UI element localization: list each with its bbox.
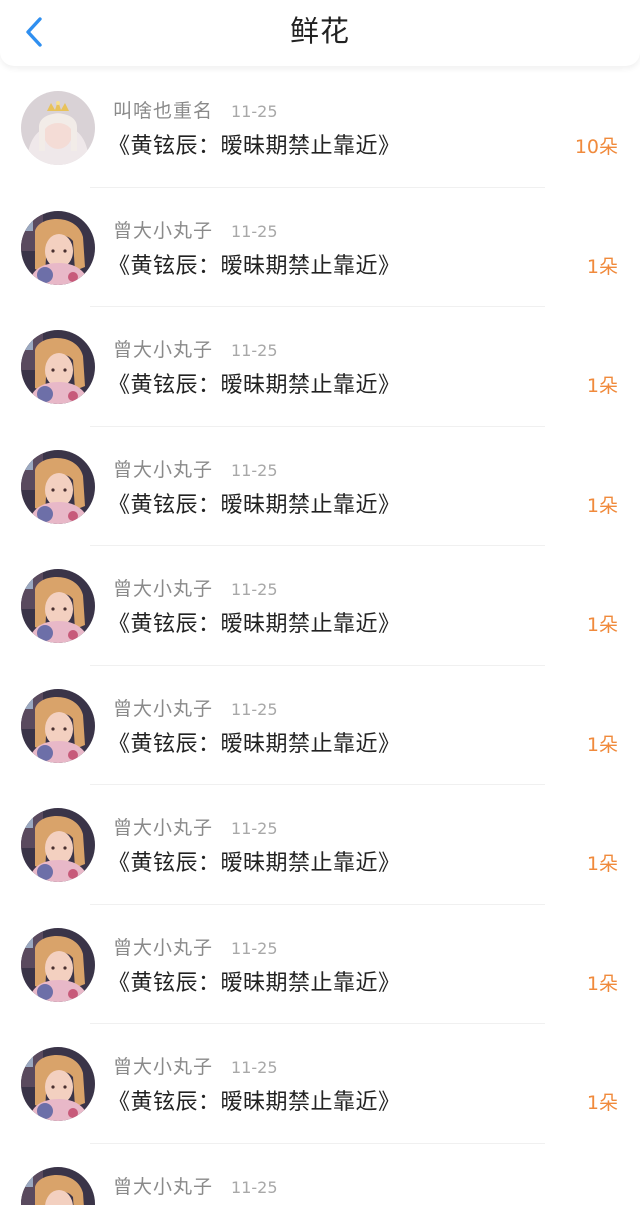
username[interactable]: 曾大小丸子 xyxy=(113,574,213,601)
flower-count: 1朵 xyxy=(586,375,618,397)
flower-count: 1朵 xyxy=(586,853,618,875)
date: 11-25 xyxy=(231,460,278,480)
flower-count: 10朵 xyxy=(574,136,618,158)
book-title[interactable]: 《黄铉辰：暧昧期禁止靠近》 xyxy=(108,845,401,877)
list-item[interactable]: 曾大小丸子 11-25 《黄铉辰：暧昧期禁止靠近》 1朵 xyxy=(0,546,640,666)
avatar[interactable] xyxy=(21,330,95,404)
date: 11-25 xyxy=(231,1177,278,1197)
list-item[interactable]: 曾大小丸子 11-25 《黄铉辰：暧昧期禁止靠近》 1朵 xyxy=(0,1024,640,1144)
username[interactable]: 曾大小丸子 xyxy=(113,455,213,482)
list-item[interactable]: 曾大小丸子 11-25 《黄铉辰：暧昧期禁止靠近》 1朵 xyxy=(0,427,640,547)
book-title[interactable]: 《黄铉辰：暧昧期禁止靠近》 xyxy=(108,487,401,519)
avatar[interactable] xyxy=(21,688,95,763)
username[interactable]: 叫啥也重名 xyxy=(113,96,213,123)
flower-count: 1朵 xyxy=(586,972,618,995)
flower-record-list[interactable]: 叫啥也重名 11-25 《黄铉辰：暧昧期禁止靠近》 10朵 曾大小丸子 11-2… xyxy=(0,68,640,1205)
item-meta: 曾大小丸子 11-25 xyxy=(113,335,278,363)
date: 11-25 xyxy=(231,938,278,958)
girl-avatar-icon xyxy=(21,808,95,882)
book-title[interactable]: 《黄铉辰：暧昧期禁止靠近》 xyxy=(108,248,401,280)
avatar[interactable] xyxy=(21,927,95,1002)
book-title[interactable]: 《黄铉辰：暧昧期禁止靠近》 xyxy=(108,128,401,160)
item-meta: 曾大小丸子 11-25 xyxy=(113,1052,278,1080)
book-title[interactable]: 《黄铉辰：暧昧期禁止靠近》 xyxy=(108,606,401,638)
book-title[interactable]: 《黄铉辰：暧昧期禁止靠近》 xyxy=(108,726,401,758)
date: 11-25 xyxy=(231,1058,278,1077)
list-item[interactable]: 曾大小丸子 11-25 《黄铉辰：暧昧期禁止靠近》 1朵 xyxy=(0,785,640,905)
date: 11-25 xyxy=(231,221,278,241)
list-item[interactable]: 曾大小丸子 11-25 《黄铉辰：暧昧期禁止靠近》 1朵 xyxy=(0,666,640,786)
girl-avatar-icon xyxy=(21,1166,95,1205)
item-meta: 曾大小丸子 11-25 xyxy=(113,694,278,722)
girl-avatar-icon xyxy=(21,330,95,404)
top-bar: 鲜花 xyxy=(0,0,640,66)
date: 11-25 xyxy=(231,819,278,838)
avatar[interactable] xyxy=(21,449,95,524)
date: 11-25 xyxy=(231,699,278,719)
flower-count: 1朵 xyxy=(586,494,618,517)
username[interactable]: 曾大小丸子 xyxy=(113,335,213,362)
flower-count: 1朵 xyxy=(586,733,618,756)
avatar[interactable] xyxy=(21,808,95,882)
avatar[interactable] xyxy=(21,210,95,285)
flower-count: 1朵 xyxy=(586,614,618,636)
girl-avatar-icon xyxy=(21,449,95,524)
book-title[interactable]: 《黄铉辰：暧昧期禁止靠近》 xyxy=(108,965,401,997)
username[interactable]: 曾大小丸子 xyxy=(113,216,213,243)
date: 11-25 xyxy=(231,102,278,121)
screen: 鲜花 叫啥也重名 11-25 《黄铉辰：暧昧期禁止靠近》 10朵 曾大小丸子 1… xyxy=(0,0,640,1205)
girl-avatar-icon xyxy=(21,210,95,285)
flower-count: 1朵 xyxy=(586,1092,618,1114)
item-meta: 叫啥也重名 11-25 xyxy=(113,96,278,124)
girl-avatar-icon xyxy=(21,927,95,1002)
page-title: 鲜花 xyxy=(289,14,350,48)
date: 11-25 xyxy=(231,580,278,599)
username[interactable]: 曾大小丸子 xyxy=(113,1052,213,1079)
username[interactable]: 曾大小丸子 xyxy=(113,1172,213,1199)
avatar[interactable] xyxy=(21,91,95,165)
item-meta: 曾大小丸子 11-25 xyxy=(113,1172,278,1200)
username[interactable]: 曾大小丸子 xyxy=(113,933,213,960)
crown-girl-avatar-icon xyxy=(21,91,95,165)
list-item[interactable]: 曾大小丸子 11-25 《黄铉辰：暧昧期禁止靠近》 1朵 xyxy=(0,905,640,1025)
item-meta: 曾大小丸子 11-25 xyxy=(113,813,278,841)
book-title[interactable]: 《黄铉辰：暧昧期禁止靠近》 xyxy=(108,1084,401,1116)
item-meta: 曾大小丸子 11-25 xyxy=(113,933,278,961)
item-meta: 曾大小丸子 11-25 xyxy=(113,574,278,602)
avatar[interactable] xyxy=(21,1047,95,1121)
book-title[interactable]: 《黄铉辰：暧昧期禁止靠近》 xyxy=(108,367,401,399)
flower-count: 1朵 xyxy=(586,255,618,278)
avatar[interactable] xyxy=(21,569,95,643)
avatar[interactable] xyxy=(21,1166,95,1205)
list-item[interactable]: 叫啥也重名 11-25 《黄铉辰：暧昧期禁止靠近》 10朵 xyxy=(0,68,640,188)
username[interactable]: 曾大小丸子 xyxy=(113,813,213,840)
item-meta: 曾大小丸子 11-25 xyxy=(113,455,278,483)
girl-avatar-icon xyxy=(21,688,95,763)
girl-avatar-icon xyxy=(21,1047,95,1121)
username[interactable]: 曾大小丸子 xyxy=(113,694,213,721)
list-item[interactable]: 曾大小丸子 11-25 《黄铉辰：暧昧期禁止靠近》 1朵 xyxy=(0,188,640,308)
date: 11-25 xyxy=(231,341,278,360)
item-meta: 曾大小丸子 11-25 xyxy=(113,216,278,244)
list-item[interactable]: 曾大小丸子 11-25 《黄铉辰：暧昧期禁止靠近》 1朵 xyxy=(0,307,640,427)
girl-avatar-icon xyxy=(21,569,95,643)
list-item[interactable]: 曾大小丸子 11-25 xyxy=(0,1144,640,1205)
